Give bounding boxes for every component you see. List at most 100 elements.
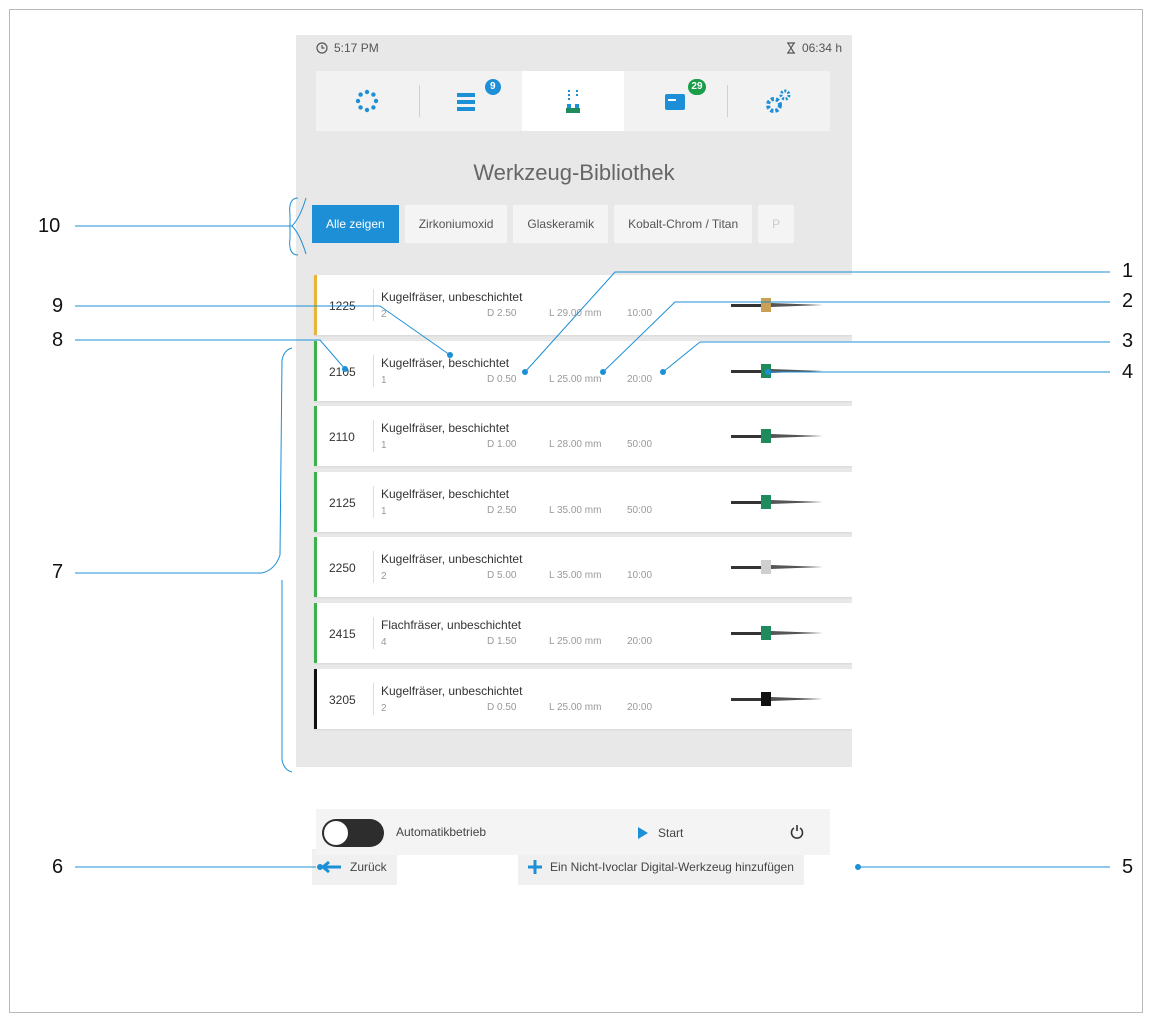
- tool-length: L 29.00 mm: [549, 308, 602, 319]
- callout-2: 2: [1122, 290, 1134, 312]
- row-divider: [373, 486, 374, 518]
- filter-zirconia[interactable]: Zirkoniumoxid: [404, 205, 508, 243]
- auto-mode-toggle[interactable]: [322, 819, 384, 847]
- bottom-control-bar: Automatikbetrieb Start: [316, 809, 830, 855]
- tool-length: L 35.00 mm: [549, 570, 602, 581]
- dots-ring-icon: [356, 89, 379, 113]
- tool-length: L 35.00 mm: [549, 505, 602, 516]
- status-time: 5:17 PM: [334, 41, 379, 55]
- tool-time: 10:00: [627, 308, 653, 319]
- tool-diameter: D 2.50: [487, 505, 517, 516]
- tool-time: 10:00: [627, 570, 653, 581]
- callout-3: 3: [1122, 330, 1134, 352]
- tool-length: L 25.00 mm: [549, 374, 602, 385]
- tab-materials[interactable]: 29: [624, 71, 727, 131]
- job-list-icon: [457, 93, 476, 111]
- tool-length: L 25.00 mm: [549, 702, 602, 713]
- materials-badge: 29: [688, 79, 706, 95]
- tool-illustration-icon: [731, 692, 823, 706]
- callout-7: 7: [52, 561, 64, 583]
- start-button-label: Start: [658, 826, 684, 840]
- jobs-badge: 9: [484, 79, 501, 95]
- tool-time: 50:00: [627, 439, 653, 450]
- device-screen: 5:17 PM 06:34 h 9 29 Werkzeug-Bibliothek…: [296, 35, 852, 767]
- tool-name: Kugelfräser, unbeschichtet: [381, 684, 523, 698]
- start-button[interactable]: Start: [638, 819, 683, 847]
- tool-illustration-icon: [731, 626, 823, 640]
- tool-illustration-icon: [731, 560, 823, 574]
- tool-number: 2125: [329, 496, 356, 510]
- filter-cobalt-chrome-titanium[interactable]: Kobalt-Chrom / Titan: [614, 205, 753, 243]
- callout-1: 1: [1122, 260, 1134, 282]
- tool-count: 4: [381, 637, 387, 648]
- callout-4: 4: [1122, 361, 1134, 383]
- settings-gears-icon: [765, 89, 791, 113]
- power-icon[interactable]: [790, 825, 804, 839]
- tool-count: 2: [381, 309, 387, 320]
- tool-name: Kugelfräser, unbeschichtet: [381, 290, 523, 304]
- callout-10: 10: [38, 215, 61, 237]
- row-divider: [373, 355, 374, 387]
- tool-time: 20:00: [627, 702, 653, 713]
- tool-name: Kugelfräser, unbeschichtet: [381, 552, 523, 566]
- tool-number: 2110: [329, 430, 355, 444]
- tool-diameter: D 0.50: [487, 702, 517, 713]
- filter-glass-ceramic[interactable]: Glaskeramik: [513, 205, 609, 243]
- tool-row[interactable]: 3205 Kugelfräser, unbeschichtet 2 D 0.50 L 2…: [314, 669, 852, 729]
- callout-9: 9: [52, 295, 64, 317]
- tool-illustration-icon: [731, 364, 823, 378]
- tab-settings[interactable]: [727, 71, 830, 131]
- status-timer: 06:34 h: [801, 41, 842, 55]
- back-button-label: Zurück: [350, 860, 387, 874]
- tool-length: L 28.00 mm: [549, 439, 602, 450]
- tool-number: 2415: [329, 627, 356, 641]
- tool-number: 2105: [329, 365, 356, 379]
- status-bar: 5:17 PM 06:34 h: [296, 35, 852, 63]
- tool-count: 2: [381, 571, 387, 582]
- tool-name: Kugelfräser, beschichtet: [381, 487, 510, 501]
- page-title: Werkzeug-Bibliothek: [473, 160, 675, 185]
- row-divider: [373, 420, 374, 452]
- tool-time: 20:00: [627, 374, 653, 385]
- tool-name: Kugelfräser, beschichtet: [381, 356, 510, 370]
- filter-more[interactable]: P: [758, 205, 795, 243]
- materials-icon: [664, 94, 685, 110]
- tool-name: Flachfräser, unbeschichtet: [381, 618, 522, 632]
- tool-count: 2: [381, 703, 387, 714]
- row-divider: [373, 683, 374, 715]
- row-divider: [373, 617, 374, 649]
- tool-number: 3205: [329, 693, 356, 707]
- tool-row[interactable]: 2125 Kugelfräser, beschichtet 1 D 2.50 L 35.…: [314, 472, 852, 532]
- tool-count: 1: [381, 440, 387, 451]
- play-icon: [638, 827, 648, 839]
- callout-5: 5: [1122, 856, 1134, 878]
- tool-length: L 25.00 mm: [549, 636, 602, 647]
- tool-time: 50:00: [627, 505, 653, 516]
- tool-diameter: D 5.00: [487, 570, 517, 581]
- tool-row[interactable]: 2250 Kugelfräser, unbeschichtet 2 D 5.00 L 3…: [314, 537, 852, 597]
- tool-diameter: D 1.50: [487, 636, 517, 647]
- tool-illustration-icon: [731, 495, 823, 509]
- callout-6: 6: [52, 856, 64, 878]
- tool-time: 20:00: [627, 636, 653, 647]
- tab-tool-library[interactable]: [521, 71, 625, 131]
- tool-count: 1: [381, 375, 387, 386]
- tool-count: 1: [381, 506, 387, 517]
- tool-number: 2250: [329, 561, 356, 575]
- tool-diameter: D 0.50: [487, 374, 517, 385]
- clock-icon: [316, 42, 328, 54]
- main-navigation: 9 29: [316, 71, 830, 131]
- tool-row[interactable]: 2105 Kugelfräser, beschichtet 1 D 0.50 L 25.…: [314, 341, 852, 401]
- callout-8: 8: [52, 329, 64, 351]
- row-divider: [373, 289, 374, 321]
- tool-number: 1225: [329, 299, 356, 313]
- tool-row[interactable]: 2415 Flachfräser, unbeschichtet 4 D 1.50 L 2…: [314, 603, 852, 663]
- hourglass-icon: [786, 42, 795, 54]
- tool-row[interactable]: 1225 Kugelfräser, unbeschichtet 2 D 2.50 L 2…: [314, 275, 852, 335]
- plus-icon: [528, 860, 542, 874]
- tab-dashboard[interactable]: [316, 71, 419, 131]
- arrow-left-icon: [322, 861, 341, 873]
- tab-jobs[interactable]: 9: [418, 71, 522, 131]
- filter-all[interactable]: Alle zeigen: [312, 205, 399, 243]
- tool-row[interactable]: 2110 Kugelfräser, beschichtet 1 D 1.00 L 28.…: [314, 406, 852, 466]
